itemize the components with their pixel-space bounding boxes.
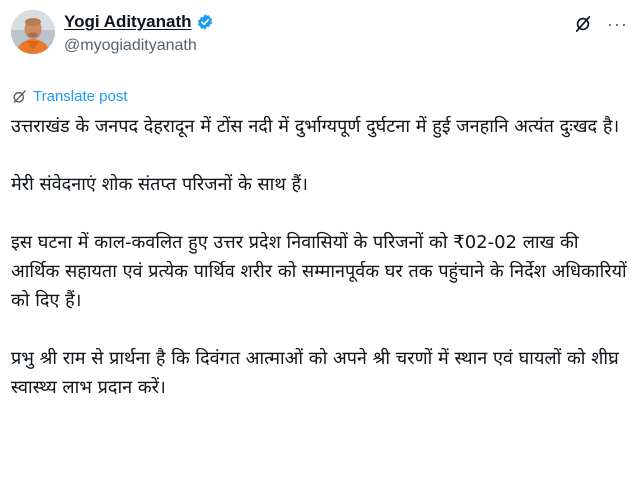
grok-icon[interactable]	[573, 14, 593, 34]
post-text: उत्तराखंड के जनपद देहरादून में टोंस नदी …	[11, 112, 631, 431]
name-row: Yogi Adityanath	[64, 10, 214, 34]
verified-badge-icon	[196, 13, 214, 31]
author-display-name[interactable]: Yogi Adityanath	[64, 12, 192, 32]
translate-post-link[interactable]: Translate post	[11, 88, 128, 105]
more-options-icon[interactable]: ···	[607, 15, 628, 33]
translate-post-label[interactable]: Translate post	[33, 88, 128, 105]
author-handle[interactable]: @myogiadityanath	[64, 37, 214, 55]
post-paragraph: मेरी संवेदनाएं शोक संतप्त परिजनों के साथ…	[11, 174, 308, 195]
post-card: Yogi Adityanath @myogiadityanath ··· Tra…	[0, 0, 640, 480]
post-paragraph: प्रभु श्री राम से प्रार्थना है कि दिवंगत…	[11, 348, 619, 398]
post-paragraph: उत्तराखंड के जनपद देहरादून में टोंस नदी …	[11, 116, 620, 137]
post-actions: ···	[573, 14, 628, 34]
translate-icon	[11, 88, 28, 105]
avatar-image	[11, 10, 55, 54]
post-paragraph: इस घटना में काल-कवलित हुए उत्तर प्रदेश न…	[11, 232, 627, 311]
author-info: Yogi Adityanath @myogiadityanath	[64, 10, 214, 55]
avatar[interactable]	[11, 10, 55, 54]
